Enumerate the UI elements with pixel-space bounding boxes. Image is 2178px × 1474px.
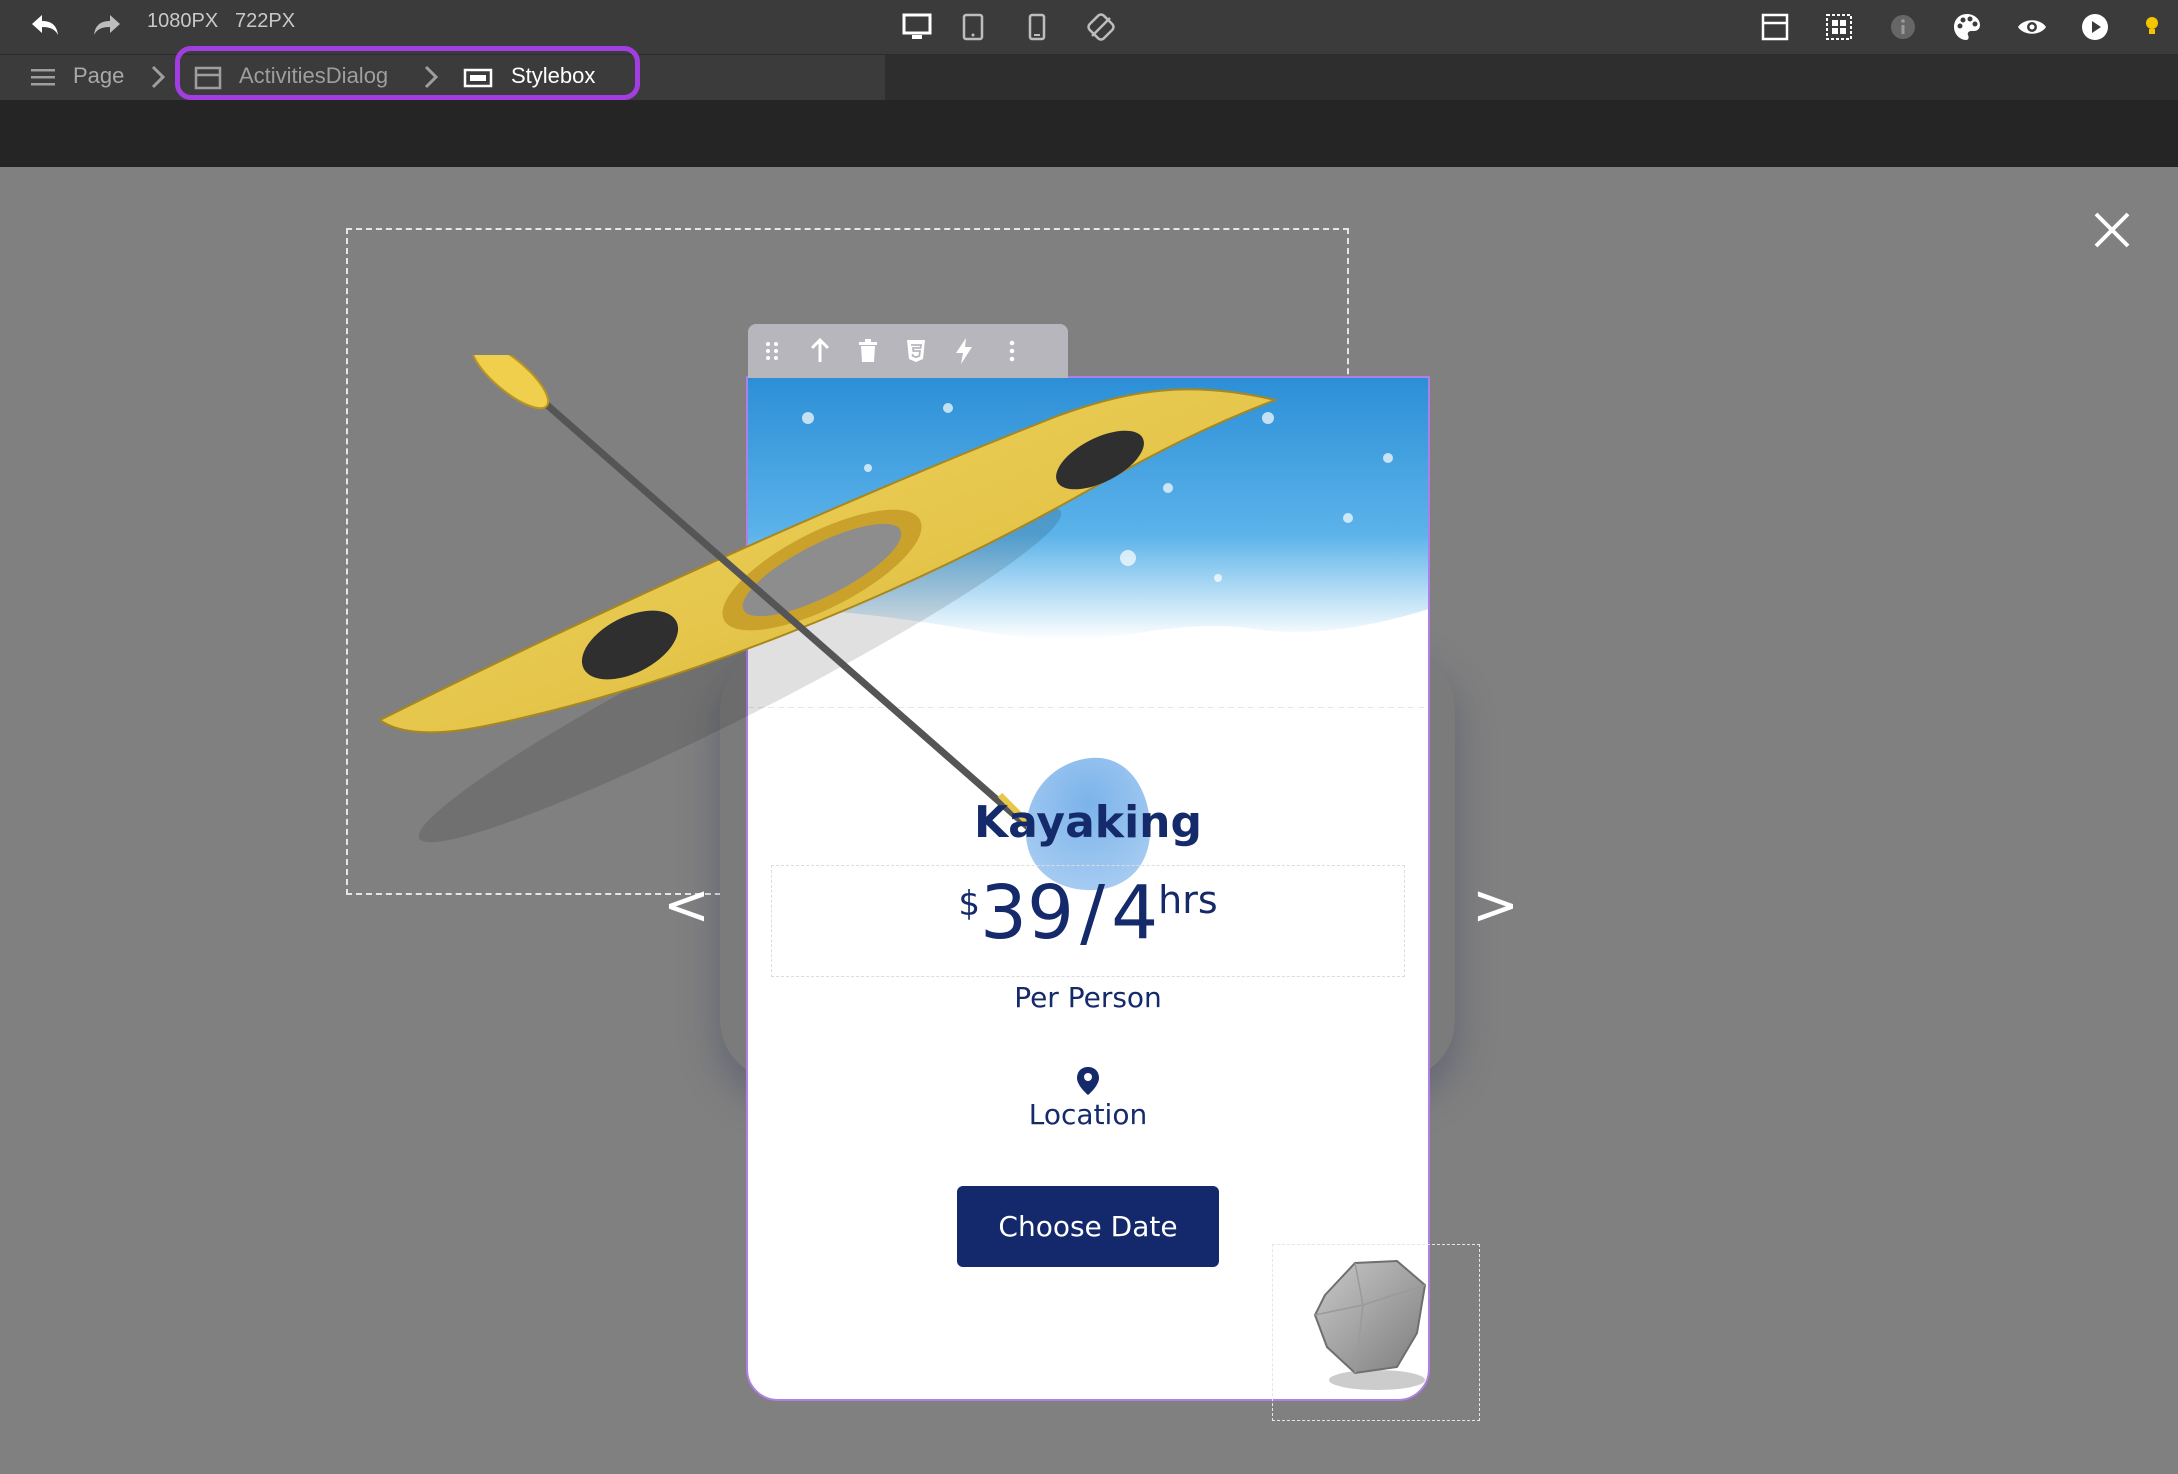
mobile-icon[interactable] xyxy=(1022,10,1052,44)
location-label: Location xyxy=(1028,1098,1148,1131)
grid-icon[interactable] xyxy=(1822,10,1856,44)
rock-image xyxy=(1313,1259,1427,1390)
height-label: 722PX xyxy=(235,10,296,32)
price-row: $39/4hrs xyxy=(746,870,1430,956)
close-icon[interactable] xyxy=(2093,211,2131,253)
responsive-off-icon[interactable] xyxy=(1084,10,1118,44)
hint-bulb-icon[interactable] xyxy=(2140,12,2164,42)
preview-eye-icon[interactable] xyxy=(2014,10,2050,44)
info-icon[interactable] xyxy=(1886,10,1920,44)
palette-icon[interactable] xyxy=(1950,10,1984,44)
width-label: 1080PX xyxy=(147,10,219,32)
per-person-label: Per Person xyxy=(1014,981,1162,1014)
chevron-right-icon xyxy=(148,62,168,92)
location-pin-icon xyxy=(1076,1066,1100,1100)
play-icon[interactable] xyxy=(2078,10,2112,44)
choose-date-button[interactable]: Choose Date xyxy=(957,1186,1219,1267)
breadcrumb-page[interactable]: Page xyxy=(73,63,124,89)
price-amount: 39 xyxy=(979,870,1075,956)
prev-arrow[interactable]: < xyxy=(663,878,710,934)
layout-icon[interactable] xyxy=(1758,10,1792,44)
price-currency: $ xyxy=(958,884,980,924)
price-separator: / xyxy=(1080,870,1106,956)
undo-icon[interactable] xyxy=(28,10,62,40)
activity-title: Kayaking xyxy=(974,797,1202,848)
desktop-icon[interactable] xyxy=(900,10,934,44)
price-unit: hrs xyxy=(1158,878,1218,922)
menu-icon[interactable] xyxy=(28,64,58,90)
canvas-top-strip xyxy=(0,100,2178,167)
breadcrumb-bar-filler xyxy=(885,55,2178,100)
tablet-icon[interactable] xyxy=(958,10,988,44)
breadcrumb-highlight xyxy=(175,46,640,100)
redo-icon[interactable] xyxy=(90,10,124,40)
price-duration: 4 xyxy=(1111,870,1159,956)
next-arrow[interactable]: > xyxy=(1472,878,1519,934)
